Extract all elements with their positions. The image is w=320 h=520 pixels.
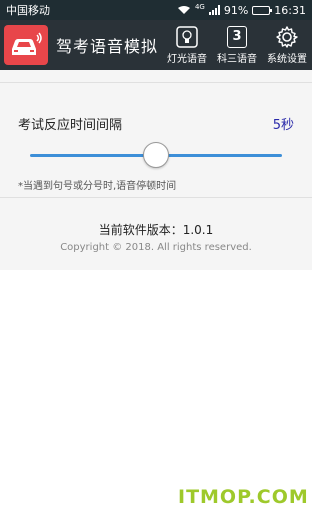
bulb-icon (176, 25, 198, 48)
wifi-icon (177, 5, 191, 15)
settings-panel (0, 70, 312, 270)
clock: 16:31 (274, 3, 306, 17)
battery-percent: 91% (223, 3, 249, 17)
app-logo (4, 25, 48, 65)
network-type: 4G (194, 2, 205, 11)
subject3-voice-button[interactable]: 3 科三语音 (212, 20, 262, 70)
interval-label: 考试反应时间间隔 (18, 118, 123, 133)
interval-setting: 考试反应时间间隔 5秒 (18, 114, 294, 133)
status-icons: 4G 91% 16:31 (177, 2, 306, 17)
settings-button[interactable]: 系统设置 (262, 20, 312, 70)
car-speaker-icon (12, 32, 42, 55)
gear-icon (276, 25, 298, 48)
version-text: 当前软件版本：1.0.1 (98, 223, 214, 237)
app-bar: 驾考语音模拟 灯光语音 3 科三语音 系统设置 (0, 20, 312, 70)
interval-slider[interactable] (30, 142, 282, 170)
light-voice-button[interactable]: 灯光语音 (162, 20, 212, 70)
slider-thumb[interactable] (143, 142, 169, 168)
status-bar: 中国移动 4G 91% 16:31 (0, 0, 312, 20)
settings-label: 系统设置 (267, 53, 307, 65)
site-watermark: ITMOP.COM (178, 486, 309, 508)
signal-icon (208, 5, 220, 15)
light-voice-label: 灯光语音 (167, 53, 207, 65)
interval-value: 5秒 (272, 118, 294, 133)
battery-icon (252, 5, 273, 15)
app-title: 驾考语音模拟 (56, 37, 159, 56)
number-3-icon: 3 (226, 25, 248, 48)
carrier-name: 中国移动 (6, 4, 50, 17)
subject3-voice-label: 科三语音 (217, 53, 257, 65)
copyright-text: Copyright © 2018. All rights reserved. (60, 242, 252, 253)
number-3-glyph: 3 (227, 25, 247, 48)
divider (0, 82, 312, 83)
divider (0, 197, 312, 198)
interval-hint: *当遇到句号或分号时,语音停顿时间 (18, 181, 177, 192)
